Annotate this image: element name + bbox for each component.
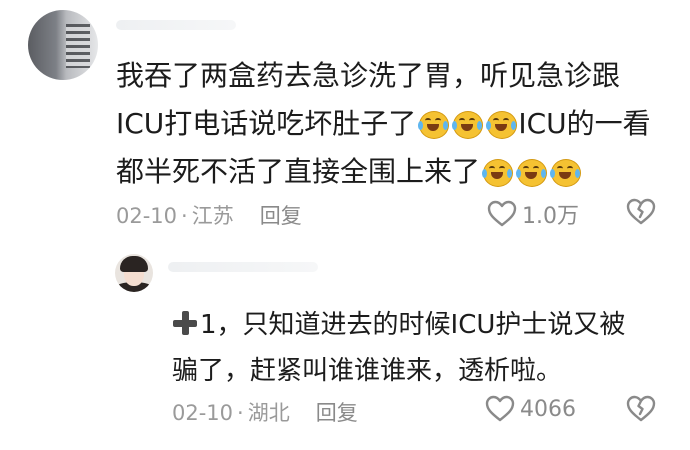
comment-location: 江苏	[191, 204, 234, 228]
like-button[interactable]: 4066	[485, 395, 576, 423]
avatar-image	[66, 24, 90, 68]
reply-button[interactable]: 回复	[260, 200, 302, 230]
heart-icon	[485, 395, 515, 423]
comment-meta: 02-10 · 江苏 回复	[116, 200, 302, 230]
plus-icon	[172, 310, 198, 336]
avatar-image	[120, 256, 148, 272]
heart-icon	[487, 200, 517, 228]
crying-laughing-emoji-icon	[481, 157, 514, 187]
meta-separator: ·	[181, 204, 188, 228]
like-count: 1.0万	[522, 204, 579, 229]
username-blurred	[116, 20, 236, 30]
reply-date: 02-10	[172, 401, 234, 425]
crying-laughing-emoji-icon	[485, 109, 518, 139]
meta-separator: ·	[237, 401, 244, 425]
username-blurred	[168, 262, 318, 272]
reply-location: 湖北	[247, 401, 290, 425]
crying-laughing-emoji-icon	[417, 109, 450, 139]
reply-text: 1，只知道进去的时候ICU护士说又被骗了，赶紧叫谁谁谁来，透析啦。	[172, 302, 642, 394]
crying-laughing-emoji-icon	[451, 109, 484, 139]
avatar[interactable]	[28, 10, 98, 80]
crying-laughing-emoji-icon	[549, 157, 582, 187]
broken-heart-icon[interactable]	[626, 395, 656, 423]
comment-date: 02-10	[116, 204, 178, 228]
reply-meta: 02-10 · 湖北 回复	[172, 397, 358, 427]
broken-heart-icon[interactable]	[626, 198, 656, 226]
reply-text-content: 1，只知道进去的时候ICU护士说又被骗了，赶紧叫谁谁谁来，透析啦。	[172, 310, 626, 386]
reply-avatar[interactable]	[115, 254, 153, 292]
crying-laughing-emoji-icon	[515, 157, 548, 187]
comment-text: 我吞了两盒药去急诊洗了胃，听见急诊跟ICU打电话说吃坏肚子了 ICU的一看都半死不…	[116, 52, 656, 196]
reply-button[interactable]: 回复	[316, 397, 358, 427]
like-count: 4066	[520, 396, 576, 422]
like-button[interactable]: 1.0万	[487, 198, 579, 230]
